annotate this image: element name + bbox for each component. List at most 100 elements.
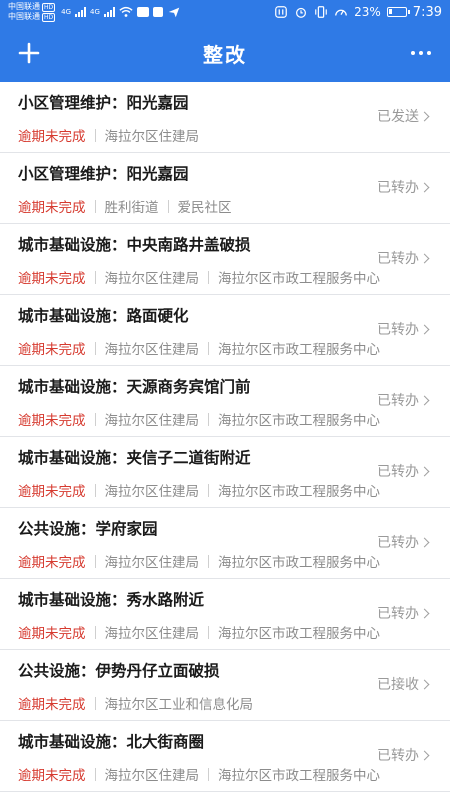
- department-primary: 海拉尔区住建局: [104, 413, 200, 429]
- department-primary: 海拉尔区住建局: [104, 484, 200, 500]
- list-item[interactable]: 城市基础设施：天源商务宾馆门前 逾期未完成 海拉尔区住建局 海拉尔区市政工程服务中心 已…: [0, 366, 450, 437]
- department-primary: 海拉尔区住建局: [104, 342, 200, 358]
- department-secondary: 海拉尔区市政工程服务中心: [218, 342, 380, 358]
- overdue-label: 逾期未完成: [18, 697, 86, 713]
- divider: [208, 625, 209, 639]
- list-item[interactable]: 城市基础设施：夹信子二道街附近 逾期未完成 海拉尔区住建局 海拉尔区市政工程服务中心 已…: [0, 437, 450, 508]
- shield-icon: [152, 7, 163, 17]
- battery-percent: 23%: [354, 5, 381, 19]
- overdue-label: 逾期未完成: [18, 484, 86, 500]
- list-item[interactable]: 公共设施：伊势丹仔立面破损 逾期未完成 海拉尔区工业和信息化局 已接收: [0, 650, 450, 721]
- item-status[interactable]: 已发送: [377, 106, 430, 126]
- overdue-label: 逾期未完成: [18, 626, 86, 642]
- item-meta: 逾期未完成 海拉尔区住建局 海拉尔区市政工程服务中心: [18, 764, 380, 784]
- item-title: 城市基础设施：夹信子二道街附近: [18, 449, 251, 467]
- divider: [208, 341, 209, 355]
- more-button[interactable]: [406, 38, 436, 68]
- item-meta: 逾期未完成 胜利街道 爱民社区: [18, 196, 232, 216]
- divider: [94, 483, 96, 497]
- department-secondary: 海拉尔区市政工程服务中心: [218, 484, 380, 500]
- status-label: 已转办: [377, 251, 419, 267]
- list-item[interactable]: 城市基础设施：秀水路附近 逾期未完成 海拉尔区住建局 海拉尔区市政工程服务中心 已转办: [0, 579, 450, 650]
- status-label: 已转办: [377, 393, 419, 409]
- list-item-partial[interactable]: [0, 792, 450, 800]
- item-status[interactable]: 已转办: [377, 177, 430, 197]
- wifi-icon: [119, 6, 133, 17]
- chevron-right-icon: [419, 608, 430, 618]
- chevron-right-icon: [419, 537, 430, 547]
- divider: [208, 412, 209, 426]
- divider: [94, 128, 96, 142]
- list-item[interactable]: 城市基础设施：路面硬化 逾期未完成 海拉尔区住建局 海拉尔区市政工程服务中心 已转办: [0, 295, 450, 366]
- carrier-2: 中国联通: [8, 12, 40, 21]
- item-meta: 逾期未完成 海拉尔区工业和信息化局: [18, 693, 253, 713]
- list-item[interactable]: 城市基础设施：北大街商圈 逾期未完成 海拉尔区住建局 海拉尔区市政工程服务中心 已转办: [0, 721, 450, 792]
- status-right: 23% 7:39: [274, 5, 442, 20]
- carrier-info: 中国联通 HD 中国联通 HD: [8, 2, 56, 22]
- item-meta: 逾期未完成 海拉尔区住建局: [18, 125, 199, 145]
- list-item[interactable]: 公共设施：学府家园 逾期未完成 海拉尔区住建局 海拉尔区市政工程服务中心 已转办: [0, 508, 450, 579]
- status-bar: 中国联通 HD 中国联通 HD 4G 4G 23% 7:39: [0, 0, 450, 24]
- item-title: 城市基础设施：天源商务宾馆门前: [18, 378, 251, 396]
- divider: [94, 341, 96, 355]
- item-status[interactable]: 已转办: [377, 603, 430, 623]
- item-title: 城市基础设施：秀水路附近: [18, 591, 205, 609]
- item-status[interactable]: 已转办: [377, 319, 430, 339]
- item-status[interactable]: 已转办: [377, 745, 430, 765]
- department-secondary: 海拉尔区市政工程服务中心: [218, 413, 380, 429]
- item-meta: 逾期未完成 海拉尔区住建局 海拉尔区市政工程服务中心: [18, 622, 380, 642]
- divider: [94, 199, 96, 213]
- overdue-label: 逾期未完成: [18, 342, 86, 358]
- department-primary: 海拉尔区住建局: [104, 626, 200, 642]
- divider: [94, 270, 96, 284]
- network-type-2: 4G: [90, 8, 100, 16]
- department-primary: 海拉尔区住建局: [104, 129, 200, 145]
- item-status[interactable]: 已接收: [377, 674, 430, 694]
- item-title: 公共设施：学府家园: [18, 520, 158, 538]
- item-meta: 逾期未完成 海拉尔区住建局 海拉尔区市政工程服务中心: [18, 409, 380, 429]
- speed-icon: [335, 9, 347, 16]
- divider: [208, 767, 209, 781]
- nfc-icon: [275, 6, 287, 18]
- divider: [94, 554, 96, 568]
- status-label: 已转办: [377, 464, 419, 480]
- department-primary: 海拉尔区住建局: [104, 271, 200, 287]
- item-status[interactable]: 已转办: [377, 390, 430, 410]
- signal-icon: [75, 7, 87, 17]
- item-status[interactable]: 已转办: [377, 248, 430, 268]
- item-title: 公共设施：伊势丹仔立面破损: [18, 662, 220, 680]
- divider: [94, 767, 96, 781]
- item-title: 城市基础设施：路面硬化: [18, 307, 189, 325]
- item-title: 城市基础设施：中央南路井盖破损: [18, 236, 251, 254]
- item-meta: 逾期未完成 海拉尔区住建局 海拉尔区市政工程服务中心: [18, 267, 380, 287]
- list-item[interactable]: 城市基础设施：中央南路井盖破损逾期未完成 海拉尔区住建局 海拉尔区市政工程服务中心 已…: [0, 224, 450, 295]
- divider: [208, 270, 209, 284]
- overdue-label: 逾期未完成: [18, 200, 86, 216]
- divider: [208, 554, 209, 568]
- list-item[interactable]: 小区管理维护：阳光嘉园 逾期未完成 胜利街道 爱民社区 已转办: [0, 153, 450, 224]
- chevron-right-icon: [419, 111, 430, 121]
- list-item[interactable]: 小区管理维护：阳光嘉园 逾期未完成 海拉尔区住建局 已发送: [0, 82, 450, 153]
- network-icons: 4G 4G: [61, 5, 181, 19]
- item-status[interactable]: 已转办: [377, 461, 430, 481]
- overdue-label: 逾期未完成: [18, 413, 86, 429]
- chevron-right-icon: [419, 466, 430, 476]
- alarm-icon: [296, 7, 307, 18]
- item-status[interactable]: 已转办: [377, 532, 430, 552]
- overdue-label: 逾期未完成: [18, 129, 86, 145]
- chevron-right-icon: [419, 253, 430, 263]
- department-secondary: 海拉尔区市政工程服务中心: [218, 626, 380, 642]
- chevron-right-icon: [419, 182, 430, 192]
- department-primary: 胜利街道: [104, 200, 159, 216]
- app-header: 整改: [0, 24, 450, 82]
- chevron-right-icon: [419, 750, 430, 760]
- carrier-1: 中国联通: [8, 2, 40, 11]
- vibrate-icon: [315, 6, 327, 18]
- divider: [167, 199, 169, 213]
- department-primary: 海拉尔区工业和信息化局: [104, 697, 254, 713]
- status-label: 已接收: [377, 677, 419, 693]
- department-primary: 海拉尔区住建局: [104, 555, 200, 571]
- department-secondary: 海拉尔区市政工程服务中心: [218, 768, 380, 784]
- item-meta: 逾期未完成 海拉尔区住建局 海拉尔区市政工程服务中心: [18, 480, 380, 500]
- add-button[interactable]: [14, 38, 44, 68]
